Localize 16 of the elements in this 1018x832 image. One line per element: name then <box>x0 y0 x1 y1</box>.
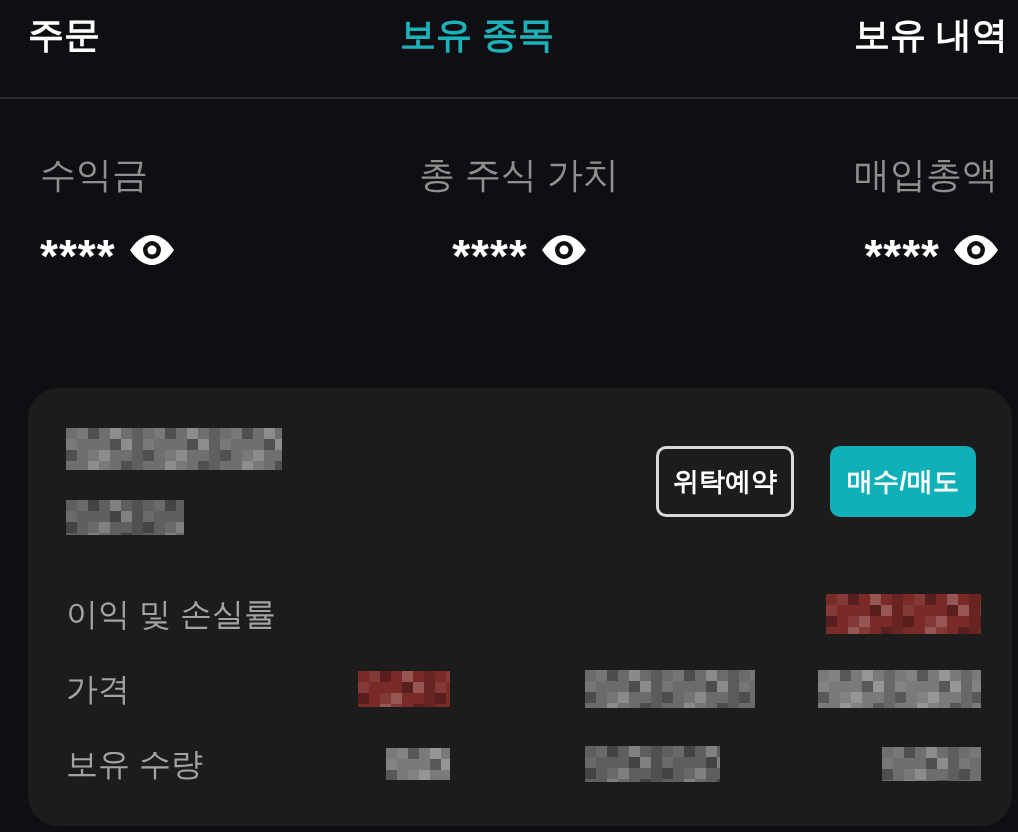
tab[interactable]: 주문 <box>28 13 100 57</box>
stat-label: 매입총액 <box>854 153 998 197</box>
eye-icon[interactable] <box>541 235 586 265</box>
tab[interactable]: 보유 종목 <box>400 13 554 57</box>
eye-icon[interactable] <box>954 235 998 265</box>
row-label: 보유 수량 <box>66 745 203 784</box>
tab[interactable]: 보유 내역 <box>854 13 1008 57</box>
stat-label: 총 주식 가치 <box>419 153 619 197</box>
eye-icon[interactable] <box>129 235 174 265</box>
row-label: 가격 <box>66 670 130 709</box>
action-button[interactable]: 위탁예약 <box>656 446 794 517</box>
masked-value: **** <box>40 229 116 278</box>
masked-value: **** <box>452 229 528 278</box>
row-label: 이익 및 손실률 <box>66 595 276 634</box>
masked-value: **** <box>864 229 940 278</box>
stat-label: 수익금 <box>40 153 148 197</box>
